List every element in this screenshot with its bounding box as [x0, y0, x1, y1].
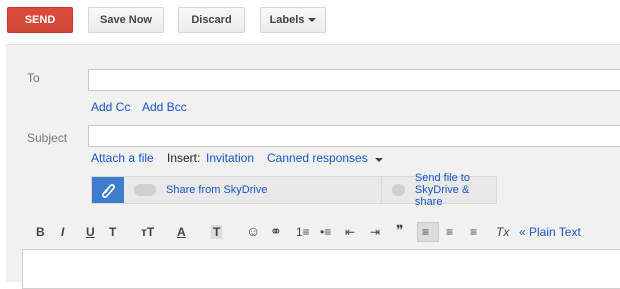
link-icon[interactable]: ⚭: [270, 223, 282, 240]
insert-label: Insert:: [167, 151, 201, 165]
font-button[interactable]: T: [109, 225, 116, 239]
labels-button-label: Labels: [269, 14, 305, 26]
bold-button[interactable]: B: [36, 225, 45, 239]
underline-button[interactable]: U: [86, 225, 95, 239]
to-label: To: [27, 71, 40, 85]
share-from-skydrive-button[interactable]: Share from SkyDrive: [124, 177, 381, 203]
cloud-icon: [134, 184, 156, 196]
invitation-link[interactable]: Invitation: [206, 151, 254, 165]
indent-less-icon[interactable]: ⇤: [345, 225, 355, 239]
labels-button[interactable]: Labels: [260, 7, 326, 33]
share-from-skydrive-label: Share from SkyDrive: [166, 184, 268, 196]
canned-responses-label: Canned responses: [267, 151, 368, 165]
cloud-icon: [392, 184, 405, 196]
font-size-button[interactable]: ᴛT: [141, 225, 154, 239]
subject-label: Subject: [27, 131, 68, 145]
quote-icon[interactable]: ❞: [396, 222, 404, 239]
send-file-skydrive-label: Send file to SkyDrive & share: [414, 172, 470, 208]
send-button[interactable]: SEND: [7, 7, 73, 33]
add-bcc-link[interactable]: Add Bcc: [142, 100, 187, 114]
indent-more-icon[interactable]: ⇥: [370, 225, 380, 239]
chevron-down-icon: [375, 158, 384, 162]
to-field[interactable]: [88, 69, 620, 91]
save-now-button[interactable]: Save Now: [88, 7, 164, 33]
skydrive-bar: Share from SkyDrive Send file to SkyDriv…: [91, 172, 499, 208]
align-right-icon[interactable]: ≡: [470, 225, 477, 239]
message-body-editor[interactable]: [22, 249, 620, 289]
remove-formatting-icon[interactable]: Tx: [496, 225, 509, 239]
align-left-icon[interactable]: ≡: [422, 225, 429, 239]
emoji-icon[interactable]: ☺: [246, 223, 260, 239]
attach-icon[interactable]: [92, 177, 124, 203]
italic-button[interactable]: I: [61, 225, 64, 239]
subject-field[interactable]: [88, 125, 620, 147]
compose-toolbar: SEND Save Now Discard Labels: [0, 0, 620, 44]
add-cc-link[interactable]: Add Cc: [91, 100, 130, 114]
plain-text-link[interactable]: « Plain Text: [519, 225, 581, 239]
attach-file-link[interactable]: Attach a file: [91, 151, 154, 165]
send-file-skydrive-button[interactable]: Send file to SkyDrive & share: [381, 172, 499, 208]
numbered-list-icon[interactable]: 1≡: [296, 225, 310, 239]
chevron-down-icon: [308, 18, 317, 22]
bulleted-list-icon[interactable]: •≡: [320, 225, 331, 239]
canned-responses-link[interactable]: Canned responses: [267, 151, 384, 165]
discard-button[interactable]: Discard: [178, 7, 245, 33]
align-center-icon[interactable]: ≡: [446, 225, 453, 239]
text-color-button[interactable]: A: [177, 225, 186, 239]
highlight-button[interactable]: T: [211, 225, 223, 239]
